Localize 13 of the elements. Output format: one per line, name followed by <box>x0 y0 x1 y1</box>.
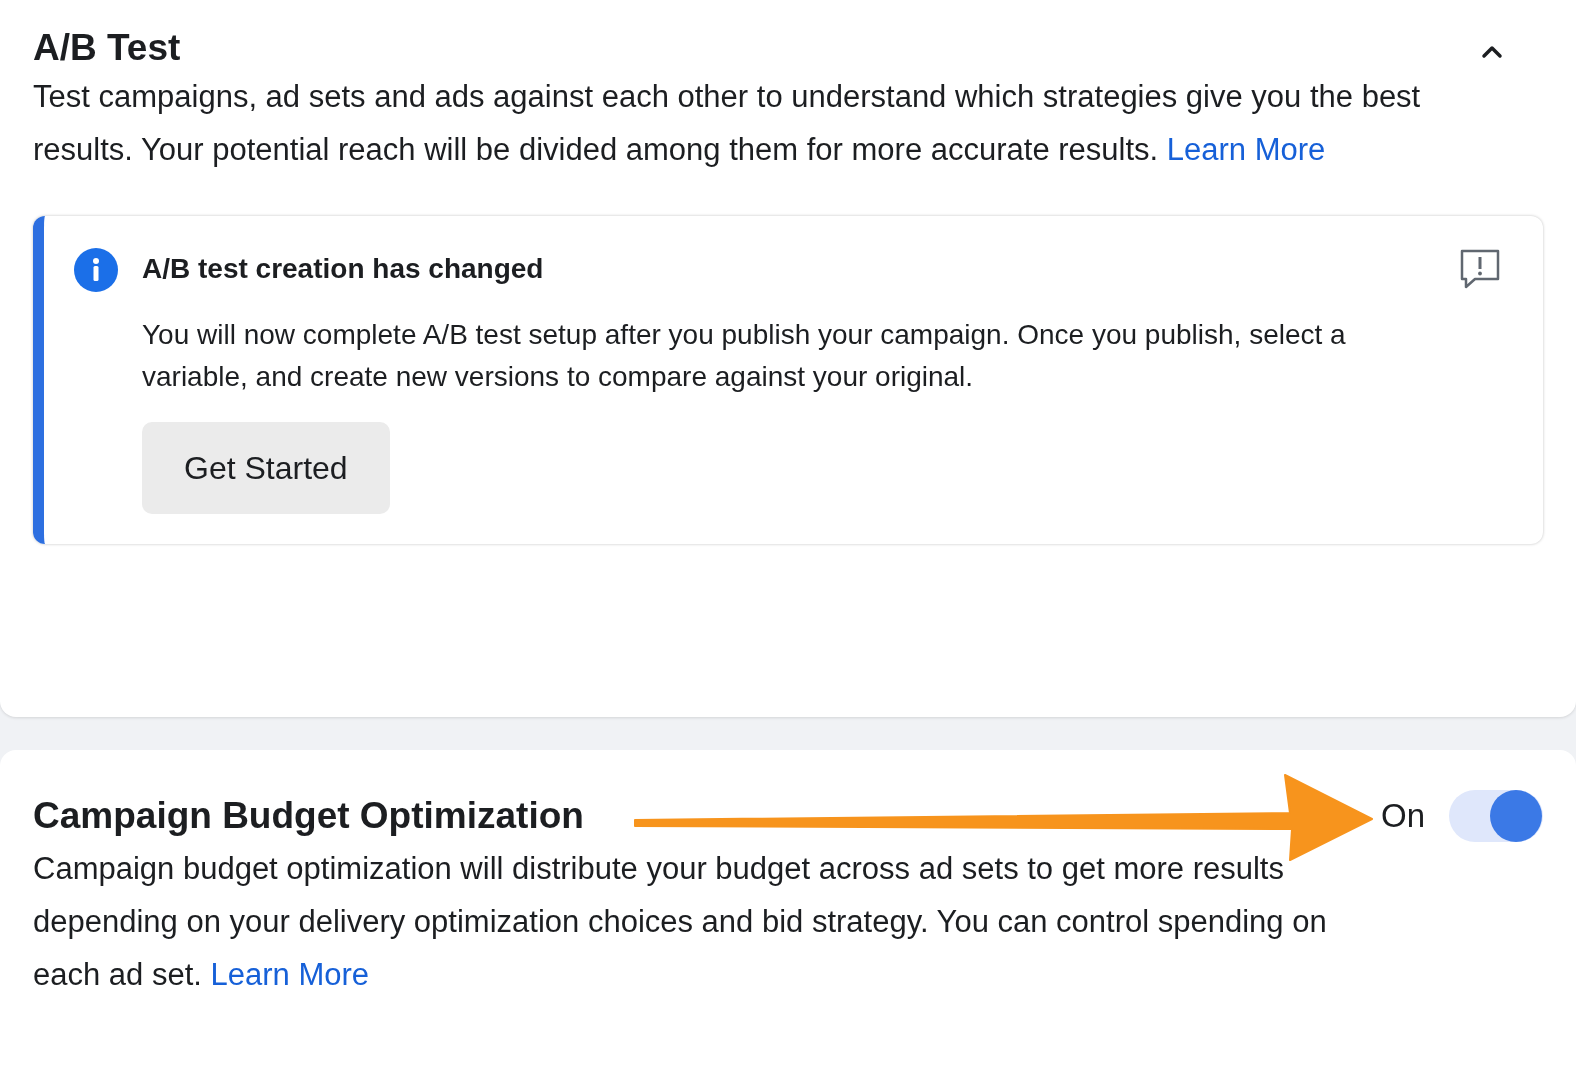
section-description: Test campaigns, ad sets and ads against each other to understand which strategies give you the best results. Your potential reach will be divided among them for more accurate results. Learn More <box>33 78 1422 170</box>
learn-more-link[interactable]: Learn More <box>1166 132 1326 168</box>
toggle-label: On <box>1380 796 1425 837</box>
section-title: A/B Test <box>33 26 181 70</box>
get-started-button[interactable]: Get Started <box>142 422 390 515</box>
feedback-icon[interactable] <box>1459 248 1501 291</box>
info-icon <box>74 248 118 293</box>
learn-more-link[interactable]: Learn More <box>210 957 370 992</box>
section-title: Campaign Budget Optimization <box>33 793 584 838</box>
notice-title: A/B test creation has changed <box>142 252 545 287</box>
section-description: Campaign budget optimization will distribute your budget across ad sets to get more results depending on your delivery optimization choices and bid strategy. You can control spending on each ad set. Learn More <box>33 850 1328 994</box>
toggle-switch[interactable] <box>1449 790 1543 842</box>
notice-body: You will now complete A/B test setup after you publish your campaign. Once you publish, select a variable, and create new versions to compare against your original. <box>142 318 1347 395</box>
